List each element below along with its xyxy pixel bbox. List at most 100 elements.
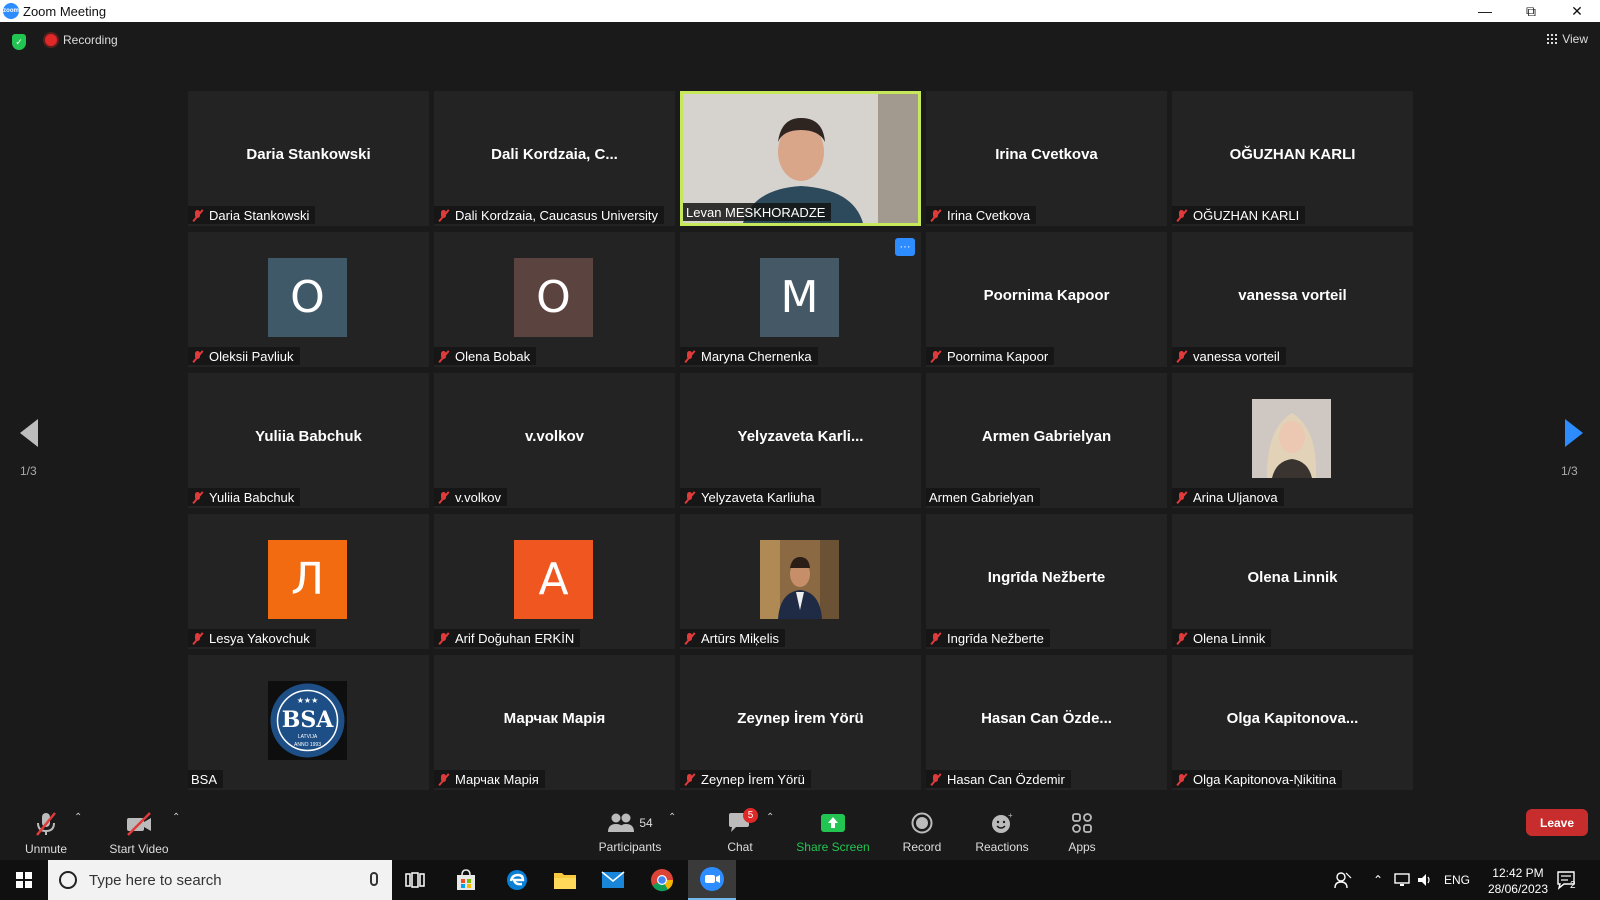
video-off-icon bbox=[127, 812, 151, 836]
show-hidden-icons-chevron-icon[interactable]: ⌃ bbox=[1373, 860, 1383, 900]
recording-dot-icon bbox=[45, 34, 57, 46]
participant-tile[interactable]: M ··· Maryna Chernenka bbox=[680, 232, 921, 367]
participant-name-label: Ingrīda Nežberte bbox=[926, 629, 1050, 647]
microsoft-store-icon[interactable] bbox=[451, 866, 481, 894]
people-icon[interactable] bbox=[1334, 860, 1352, 900]
unmute-label: Unmute bbox=[24, 842, 68, 856]
taskbar-search-placeholder: Type here to search bbox=[89, 871, 222, 889]
participant-tile[interactable]: Levan MESKHORADZE bbox=[680, 91, 921, 226]
unmute-button[interactable]: Unmute bbox=[22, 800, 70, 860]
muted-mic-icon bbox=[683, 632, 696, 645]
participant-tile[interactable]: Марчак Марія Марчак Марія bbox=[434, 655, 675, 790]
participant-name-label: OĞUZHAN KARLI bbox=[1172, 206, 1306, 224]
participant-name-label: Arif Doğuhan ERKİN bbox=[434, 629, 581, 647]
restore-button[interactable]: ⧉ bbox=[1508, 0, 1554, 22]
audio-options-caret-icon[interactable]: ⌃ bbox=[74, 812, 82, 823]
participant-name-text: Dali Kordzaia, Caucasus University bbox=[455, 207, 659, 223]
video-options-caret-icon[interactable]: ⌃ bbox=[172, 812, 180, 823]
edge-browser-icon[interactable] bbox=[502, 866, 532, 894]
apps-button[interactable]: Apps bbox=[1064, 800, 1100, 860]
chat-label: Chat bbox=[727, 840, 753, 854]
participant-tile[interactable]: Artūrs Miķelis bbox=[680, 514, 921, 649]
zoom-taskbar-button[interactable] bbox=[688, 860, 736, 900]
participant-avatar: Л bbox=[268, 540, 347, 619]
share-screen-button[interactable]: Share Screen bbox=[794, 800, 872, 860]
chrome-browser-icon[interactable] bbox=[647, 866, 677, 894]
participant-tile[interactable]: Poornima Kapoor Poornima Kapoor bbox=[926, 232, 1167, 367]
participant-tile[interactable]: Л Lesya Yakovchuk bbox=[188, 514, 429, 649]
participant-name-text: Hasan Can Özdemir bbox=[947, 771, 1065, 787]
participant-tile[interactable]: Daria Stankowski Daria Stankowski bbox=[188, 91, 429, 226]
participant-display-name: Poornima Kapoor bbox=[983, 287, 1110, 304]
participant-tile[interactable]: Hasan Can Özde... Hasan Can Özdemir bbox=[926, 655, 1167, 790]
participants-button[interactable]: 54 Participants bbox=[598, 800, 662, 860]
participant-avatar: O bbox=[268, 258, 347, 337]
volume-icon[interactable] bbox=[1416, 860, 1434, 900]
previous-page-arrow-icon[interactable] bbox=[16, 415, 46, 451]
muted-mic-icon bbox=[437, 632, 450, 645]
participant-tile[interactable]: O Oleksii Pavliuk bbox=[188, 232, 429, 367]
participant-name-label: Oleksii Pavliuk bbox=[188, 347, 300, 365]
view-button[interactable]: View bbox=[1547, 32, 1588, 46]
participant-tile[interactable]: Olena Linnik Olena Linnik bbox=[1172, 514, 1413, 649]
chat-caret-icon[interactable]: ⌃ bbox=[766, 812, 774, 823]
svg-text:LATVIJA: LATVIJA bbox=[298, 734, 318, 740]
participant-video-grid: Daria Stankowski Daria Stankowski Dali Kor… bbox=[188, 91, 1413, 791]
participant-tile[interactable]: Olga Kapitonova... Olga Kapitonova-Ņikiti… bbox=[1172, 655, 1413, 790]
participant-name-text: Lesya Yakovchuk bbox=[209, 630, 310, 646]
microphone-icon[interactable] bbox=[370, 872, 378, 886]
participant-name-text: Марчак Марія bbox=[455, 771, 539, 787]
participant-tile[interactable]: Yelyzaveta Karli... Yelyzaveta Karliuha bbox=[680, 373, 921, 508]
participants-caret-icon[interactable]: ⌃ bbox=[668, 812, 676, 823]
reactions-button[interactable]: + Reactions bbox=[974, 800, 1030, 860]
input-language[interactable]: ENG bbox=[1444, 860, 1470, 900]
network-icon[interactable] bbox=[1393, 860, 1411, 900]
participant-tile[interactable]: Armen Gabrielyan Armen Gabrielyan bbox=[926, 373, 1167, 508]
participant-name-text: Arif Doğuhan ERKİN bbox=[455, 630, 575, 646]
participant-display-name: Марчак Марія bbox=[503, 710, 606, 727]
windows-start-icon[interactable] bbox=[16, 872, 32, 888]
participant-name-text: Oleksii Pavliuk bbox=[209, 348, 294, 364]
start-video-button[interactable]: Start Video bbox=[106, 800, 172, 860]
task-view-icon[interactable] bbox=[400, 866, 430, 894]
participant-tile[interactable]: vanessa vorteil vanessa vorteil bbox=[1172, 232, 1413, 367]
participant-tile[interactable]: OĞUZHAN KARLI OĞUZHAN KARLI bbox=[1172, 91, 1413, 226]
participant-tile[interactable]: Zeynep İrem Yörü Zeynep İrem Yörü bbox=[680, 655, 921, 790]
next-page-arrow-icon[interactable] bbox=[1557, 415, 1587, 451]
participant-name-text: OĞUZHAN KARLI bbox=[1193, 207, 1300, 223]
participant-tile[interactable]: O Olena Bobak bbox=[434, 232, 675, 367]
participant-display-name: Yelyzaveta Karli... bbox=[737, 428, 864, 445]
muted-mic-icon bbox=[1175, 632, 1188, 645]
apps-icon bbox=[1072, 813, 1092, 833]
participant-name-label: Zeynep İrem Yörü bbox=[680, 770, 811, 788]
zoom-icon: zoom bbox=[3, 3, 19, 19]
security-shield-icon[interactable]: ✓ bbox=[12, 34, 26, 50]
participant-name-label: Artūrs Miķelis bbox=[680, 629, 786, 647]
participant-name-text: v.volkov bbox=[455, 489, 501, 505]
participant-tile[interactable]: v.volkov v.volkov bbox=[434, 373, 675, 508]
participant-tile[interactable]: Dali Kordzaia, C... Dali Kordzaia, Caucas… bbox=[434, 91, 675, 226]
participant-name-label: Arina Uljanova bbox=[1172, 488, 1284, 506]
participant-tile[interactable]: Yuliia Babchuk Yuliia Babchuk bbox=[188, 373, 429, 508]
system-clock[interactable]: 12:42 PM 28/06/2023 bbox=[1488, 865, 1548, 897]
participant-tile[interactable]: BSA ★★★ LATVIJA ANNO 1993 BSA bbox=[188, 655, 429, 790]
record-button[interactable]: Record bbox=[900, 800, 944, 860]
participant-tile[interactable]: Irina Cvetkova Irina Cvetkova bbox=[926, 91, 1167, 226]
participant-tile[interactable]: Ingrīda Nežberte Ingrīda Nežberte bbox=[926, 514, 1167, 649]
recording-indicator[interactable]: Recording bbox=[45, 33, 118, 47]
participant-tile[interactable]: A Arif Doğuhan ERKİN bbox=[434, 514, 675, 649]
minimize-button[interactable]: — bbox=[1462, 0, 1508, 22]
participant-name-text: Irina Cvetkova bbox=[947, 207, 1031, 223]
muted-mic-icon bbox=[929, 350, 942, 363]
muted-mic-icon bbox=[1175, 491, 1188, 504]
participant-tile[interactable]: Arina Uljanova bbox=[1172, 373, 1413, 508]
mail-icon[interactable] bbox=[598, 866, 628, 894]
taskbar-search-box[interactable]: Type here to search bbox=[48, 860, 392, 900]
leave-button[interactable]: Leave bbox=[1526, 809, 1588, 836]
notification-center-icon[interactable]: 2 bbox=[1556, 860, 1580, 900]
muted-mic-icon bbox=[683, 491, 696, 504]
close-button[interactable]: ✕ bbox=[1554, 0, 1600, 22]
file-explorer-icon[interactable] bbox=[550, 866, 580, 894]
tile-more-options-button[interactable]: ··· bbox=[895, 238, 915, 256]
participant-name-text: Olena Bobak bbox=[455, 348, 531, 364]
